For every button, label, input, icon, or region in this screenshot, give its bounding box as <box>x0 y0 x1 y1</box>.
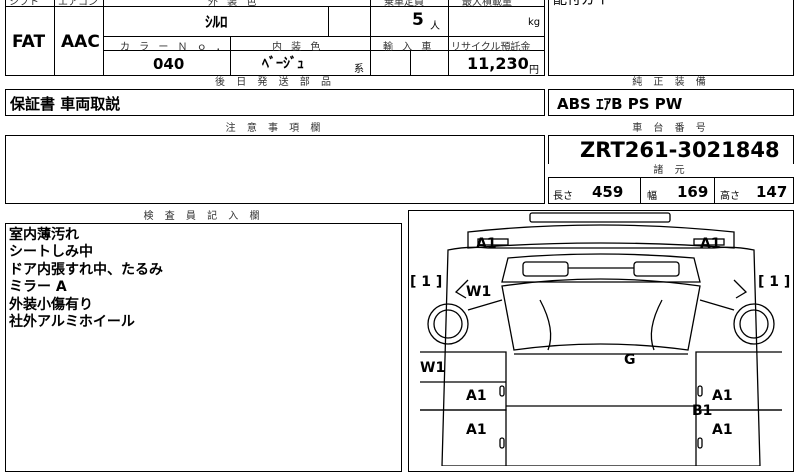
recycle-value: 11,230 <box>467 54 529 73</box>
inspector-line: ミラー A <box>9 279 67 296</box>
max-load-header: 最大積載量 <box>462 0 512 8</box>
capacity-value: 5 <box>412 10 424 30</box>
interior-color-value: ﾍﾞｰｼﾞｭ <box>262 56 304 72</box>
aircon-header: エアコン <box>58 0 98 8</box>
divider-max-load <box>448 0 449 76</box>
length-value: 459 <box>592 183 624 201</box>
shift-header: シフト <box>9 0 39 8</box>
height-value: 147 <box>756 183 788 201</box>
color-header-row-line-top <box>103 36 545 37</box>
chassis-header: 車 台 番 号 <box>548 122 794 136</box>
mark-a1-low-right: A1 <box>712 422 733 438</box>
inspector-line: 外装小傷有り <box>9 296 93 313</box>
mark-g-roof: G <box>624 352 636 368</box>
mark-a1-mid-left: A1 <box>466 388 487 404</box>
interior-color-header: 内 装 色 <box>272 42 324 53</box>
inspector-line: 社外アルミホイール <box>9 314 135 331</box>
later-parts-header: 後 日 発 送 部 品 <box>5 76 545 90</box>
mark-a1-front-left: A1 <box>476 236 497 252</box>
inspector-line: シートしみ中 <box>9 244 93 261</box>
width-label: 幅 <box>647 191 657 202</box>
length-label: 長さ <box>553 191 573 202</box>
mark-bracket-left: [ 1 ] <box>410 274 442 290</box>
specs-divider-1 <box>640 178 641 204</box>
divider-aircon <box>103 0 104 76</box>
mark-b1-mid-right: B1 <box>692 403 712 419</box>
mark-w1-hood: W1 <box>466 284 491 300</box>
divider-import-a <box>410 50 411 76</box>
exterior-color-header: 外 装 色 <box>208 0 260 8</box>
shift-value: FAT <box>12 32 46 52</box>
car-diagram: A1 A1 W1 W1 G A1 A1 B1 A1 A1 [ 1 ] [ 1 ] <box>410 212 790 466</box>
genuine-equipment-header: 純 正 装 備 <box>548 76 794 90</box>
notes-header: 注 意 事 項 欄 <box>5 122 545 136</box>
inspector-line: ドア内張すれ中、たるみ <box>9 261 163 278</box>
specs-header: 諸 元 <box>548 164 794 178</box>
aircon-value: AAC <box>61 32 100 52</box>
recycle-unit: 円 <box>529 65 539 76</box>
divider-shift <box>54 0 55 76</box>
genuine-equipment-value: ABS ｴｱB PS PW <box>557 95 683 113</box>
color-no-header: カ ラ ー Ｎ ｏ ． <box>120 42 229 53</box>
inspector-line: 室内薄汚れ <box>9 227 79 243</box>
right-top-text: 配付ガイ <box>553 0 609 8</box>
mark-a1-front-right: A1 <box>700 236 721 252</box>
mark-w1-side: W1 <box>420 360 445 376</box>
right-top-box <box>548 0 794 76</box>
mark-a1-mid-right: A1 <box>712 388 733 404</box>
capacity-unit: 人 <box>430 21 440 32</box>
later-parts-value: 保証書 車両取説 <box>10 95 121 113</box>
inspector-notes: 室内薄汚れ シートしみ中 ドア内張すれ中、たるみ ミラー A 外装小傷有り 社外… <box>9 227 163 331</box>
exterior-color-value: ｼﾙﾛ <box>205 13 228 31</box>
divider-color-a <box>328 6 329 36</box>
inspector-header: 検 査 員 記 入 欄 <box>5 210 402 224</box>
width-value: 169 <box>677 183 709 201</box>
specs-divider-2 <box>714 178 715 204</box>
max-load-unit: kg <box>528 17 541 28</box>
capacity-header: 乗車定員 <box>384 0 424 8</box>
recycle-header: リサイクル預託金 <box>451 42 531 53</box>
import-header: 輸 入 車 <box>383 42 435 53</box>
divider-color-b <box>230 36 231 76</box>
color-no-value: 040 <box>153 55 185 73</box>
chassis-number: ZRT261-3021848 <box>580 138 780 162</box>
interior-color-suffix: 系 <box>354 64 364 75</box>
mark-a1-low-left: A1 <box>466 422 487 438</box>
divider-capacity <box>370 0 371 76</box>
mark-bracket-right: [ 1 ] <box>758 274 790 290</box>
height-label: 高さ <box>720 191 740 202</box>
